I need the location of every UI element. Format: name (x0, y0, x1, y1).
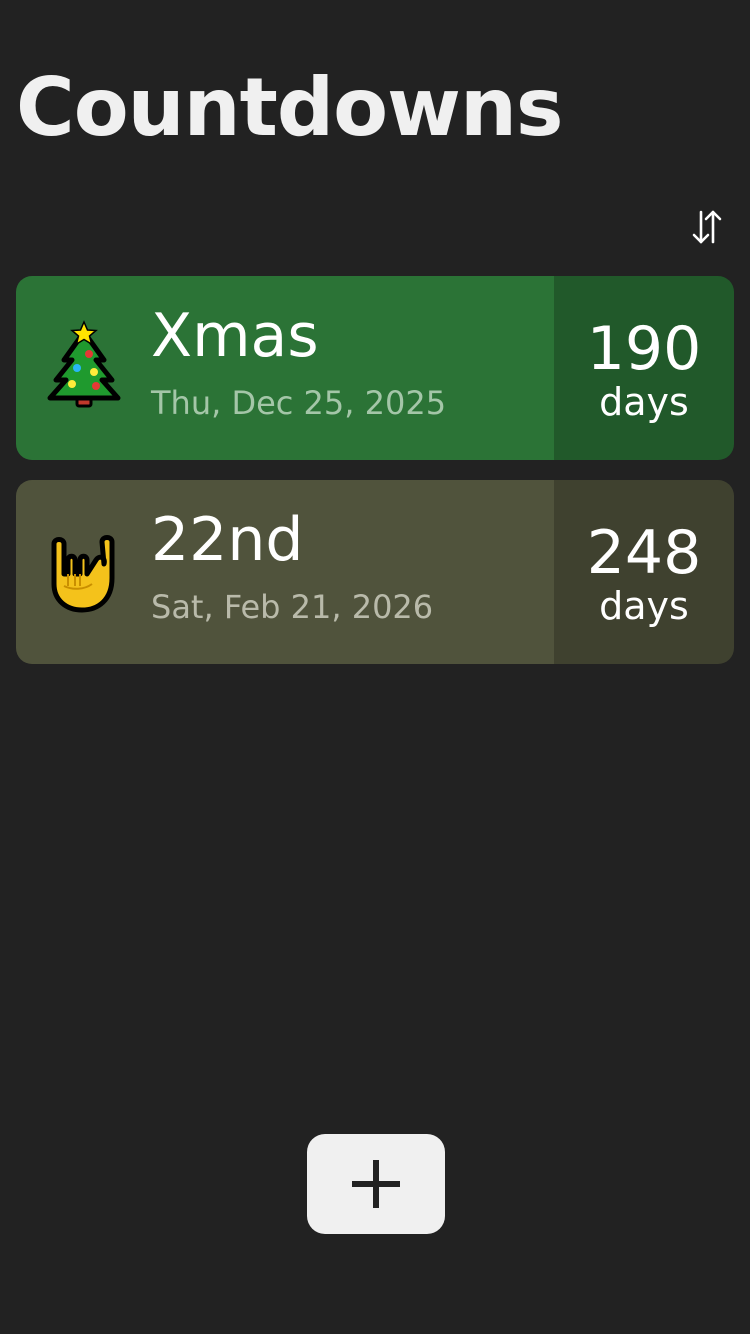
countdown-card-xmas[interactable]: Xmas Thu, Dec 25, 2025 190 days (16, 276, 734, 460)
days-count: 248 (586, 518, 702, 588)
rock-on-hand-icon (44, 530, 124, 613)
page-title: Countdowns (16, 61, 564, 154)
countdown-date: Sat, Feb 21, 2026 (151, 588, 434, 626)
sort-button[interactable] (684, 204, 730, 250)
days-count: 190 (586, 314, 702, 384)
add-countdown-button[interactable] (307, 1134, 445, 1234)
countdown-date: Thu, Dec 25, 2025 (151, 384, 447, 422)
days-label: days (599, 584, 689, 628)
countdown-list: Xmas Thu, Dec 25, 2025 190 days 22nd Sat… (16, 276, 734, 684)
christmas-tree-icon (44, 320, 124, 408)
days-remaining: 190 days (554, 276, 734, 460)
card-main: 22nd Sat, Feb 21, 2026 (16, 480, 554, 664)
days-label: days (599, 380, 689, 424)
countdown-name: 22nd (151, 505, 304, 575)
card-main: Xmas Thu, Dec 25, 2025 (16, 276, 554, 460)
countdown-card-22nd[interactable]: 22nd Sat, Feb 21, 2026 248 days (16, 480, 734, 664)
sort-arrows-icon (692, 210, 722, 244)
countdown-name: Xmas (151, 301, 319, 371)
days-remaining: 248 days (554, 480, 734, 664)
countdowns-screen: Countdowns Xmas Thu, Dec 25, 2025 190 da… (0, 0, 750, 1334)
plus-icon (352, 1160, 400, 1208)
